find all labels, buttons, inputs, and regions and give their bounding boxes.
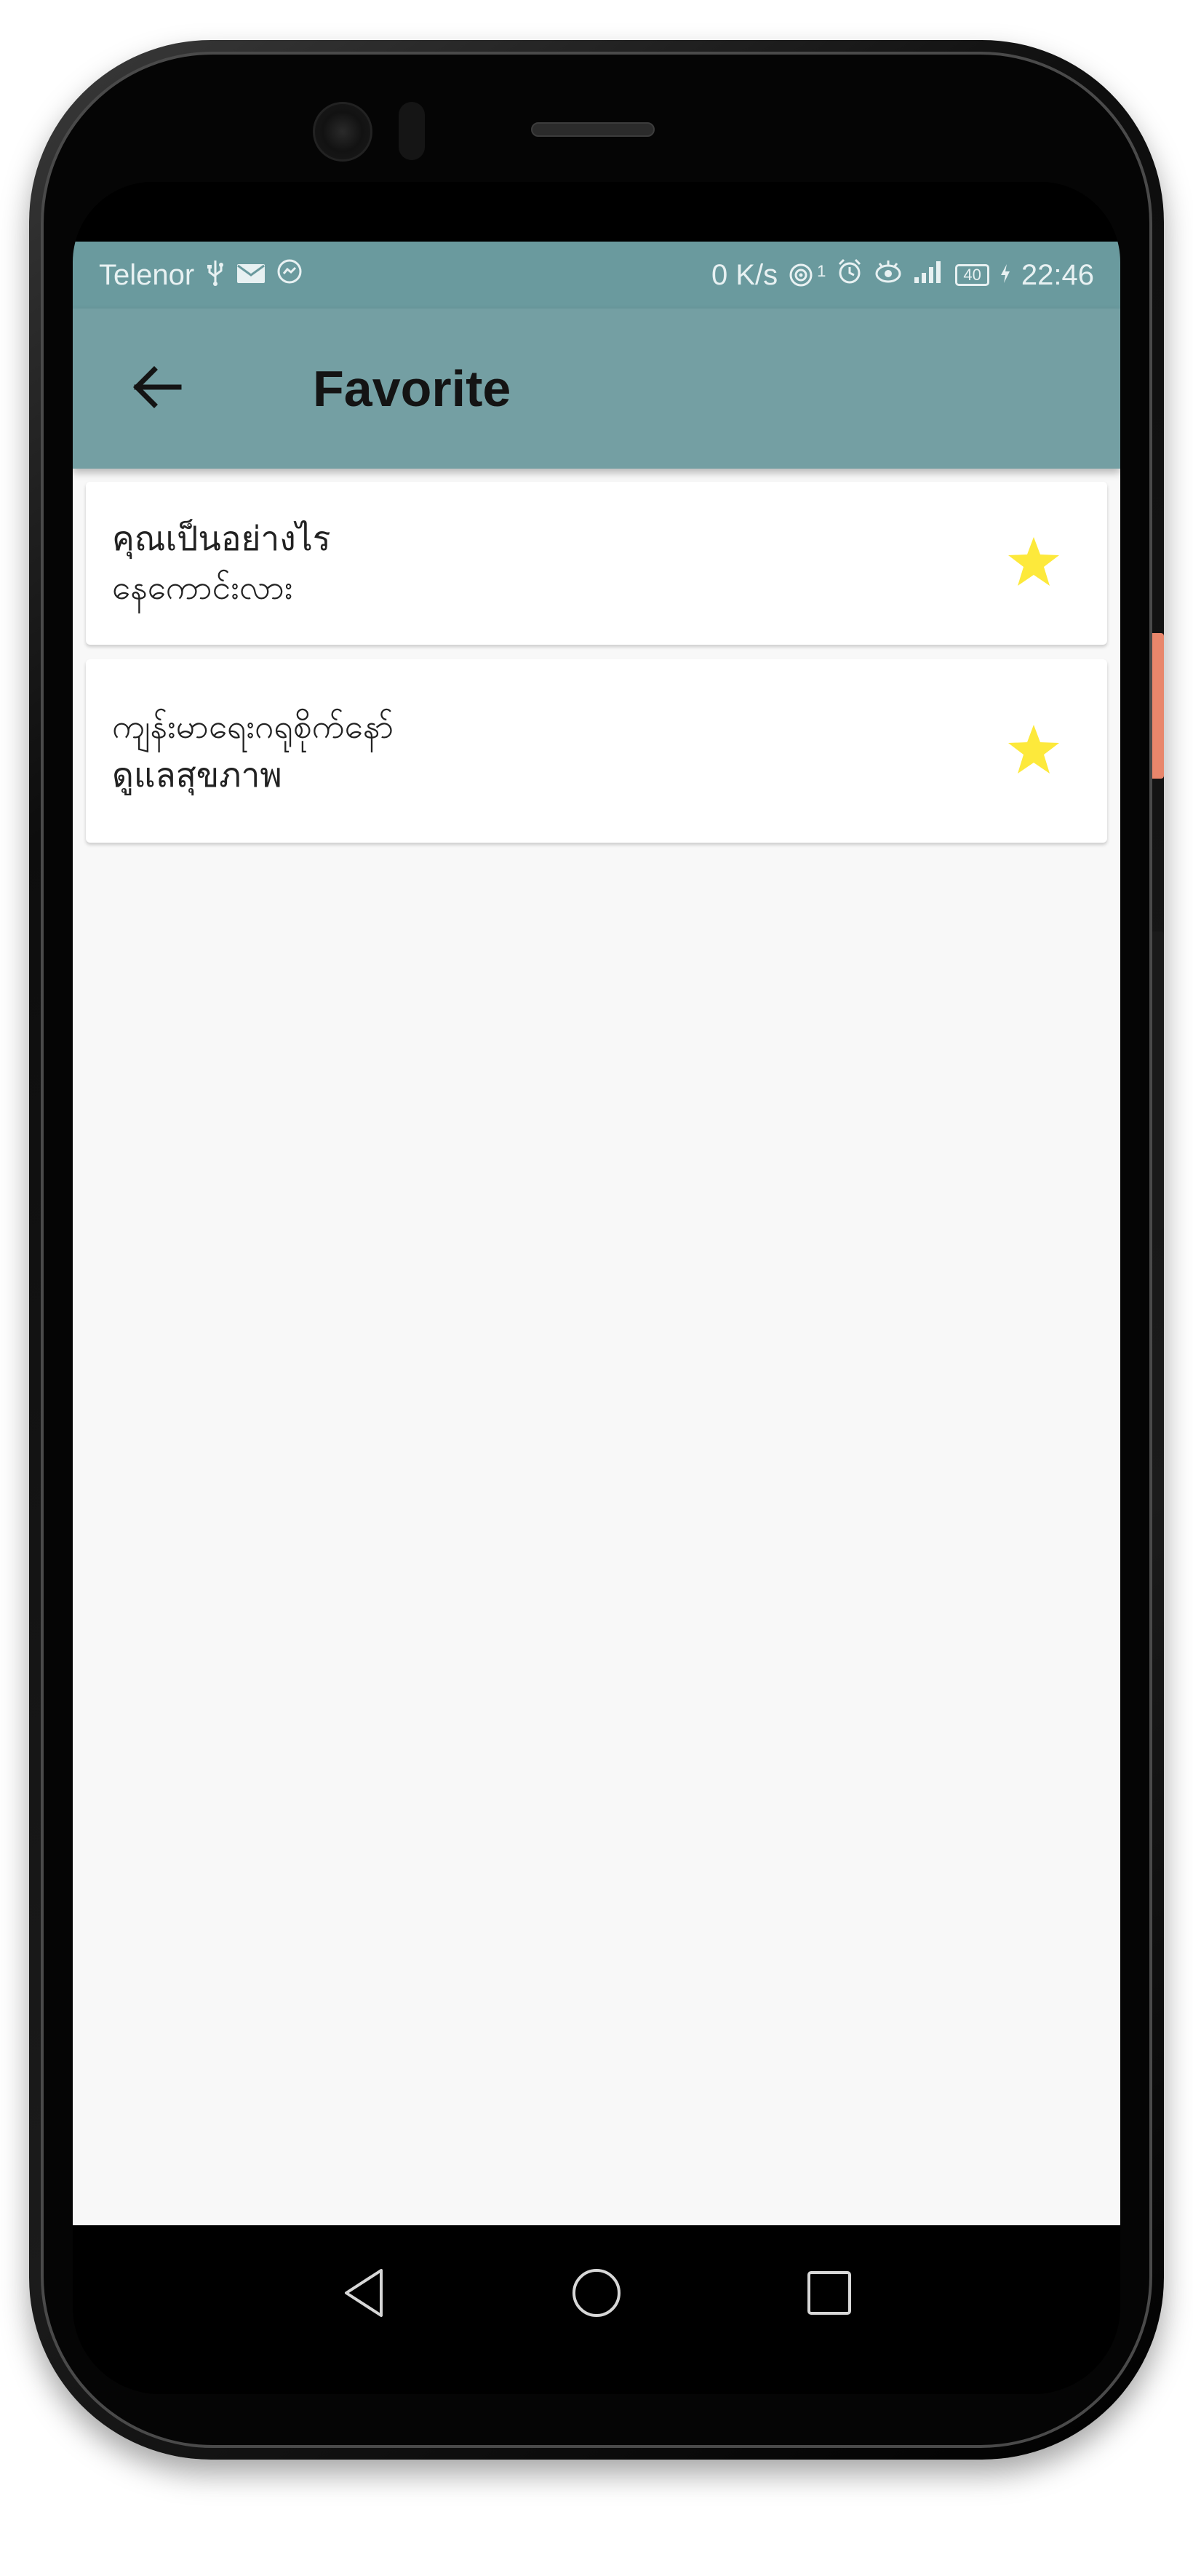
- charging-icon: [1000, 259, 1011, 292]
- hotspot-badge: 1: [817, 262, 826, 280]
- earpiece-speaker: [531, 122, 655, 137]
- star-icon: [1006, 723, 1061, 779]
- mail-icon: [236, 259, 266, 292]
- circle-home-icon: [571, 2267, 622, 2322]
- nav-recents-button[interactable]: [789, 2254, 869, 2334]
- alarm-icon: [836, 258, 863, 293]
- favorite-card[interactable]: คุณเป็นอย่างไร နေကောင်းလား: [86, 482, 1107, 645]
- favorite-card-text: ကျန်းမာရေးဂရုစိုက်နော် ดูแลสุขภาพ: [86, 702, 994, 799]
- arrow-left-icon: [131, 365, 182, 413]
- back-button[interactable]: [116, 349, 196, 429]
- navigation-bar: [73, 2225, 1120, 2394]
- page-title: Favorite: [313, 360, 511, 417]
- triangle-back-icon: [340, 2267, 387, 2322]
- messenger-icon: [276, 258, 303, 293]
- hotspot-icon: 1: [788, 262, 826, 288]
- star-icon: [1006, 536, 1061, 592]
- favorite-star-button[interactable]: [994, 523, 1074, 603]
- clock-time: 22:46: [1021, 258, 1094, 291]
- status-bar: Telenor 0 K/s 1 40 22:46: [73, 242, 1120, 309]
- eye-comfort-icon: [874, 258, 903, 293]
- square-recents-icon: [806, 2270, 853, 2320]
- nav-home-button[interactable]: [556, 2254, 637, 2334]
- front-camera-icon: [313, 102, 372, 162]
- phone-side-button-red: [1152, 633, 1164, 779]
- battery-icon: 40: [955, 264, 989, 286]
- favorite-phrase-thai: คุณเป็นอย่างไร: [112, 519, 331, 559]
- status-bar-left: Telenor: [99, 258, 303, 293]
- carrier-name: Telenor: [99, 258, 195, 291]
- usb-icon: [204, 259, 226, 292]
- screen-top-black: [73, 182, 1120, 242]
- phone-screen: Telenor 0 K/s 1 40 22:46 Favorite คุณเป็…: [73, 182, 1120, 2394]
- favorites-list: คุณเป็นอย่างไร နေကောင်းလား ကျန်းမာရေးဂရု…: [73, 469, 1120, 2225]
- favorite-card-text: คุณเป็นอย่างไร နေကောင်းလား: [86, 514, 994, 611]
- favorite-star-button[interactable]: [994, 711, 1074, 791]
- nav-back-button[interactable]: [324, 2254, 404, 2334]
- status-bar-right: 0 K/s 1 40 22:46: [711, 258, 1094, 293]
- network-speed: 0 K/s: [711, 258, 778, 291]
- favorite-card[interactable]: ကျန်းမာရေးဂရုစိုက်နော် ดูแลสุขภาพ: [86, 659, 1107, 843]
- phone-side-button: [1152, 931, 1164, 1230]
- signal-strength-icon: [913, 258, 945, 292]
- favorite-phrase-thai: ดูแลสุขภาพ: [112, 755, 282, 795]
- favorite-phrase-myanmar: နေကောင်းလား: [112, 568, 293, 607]
- app-bar: Favorite: [73, 309, 1120, 469]
- favorite-phrase-myanmar: ကျန်းမာရေးဂရုစိုက်နော်: [112, 707, 394, 747]
- proximity-sensor: [399, 102, 425, 160]
